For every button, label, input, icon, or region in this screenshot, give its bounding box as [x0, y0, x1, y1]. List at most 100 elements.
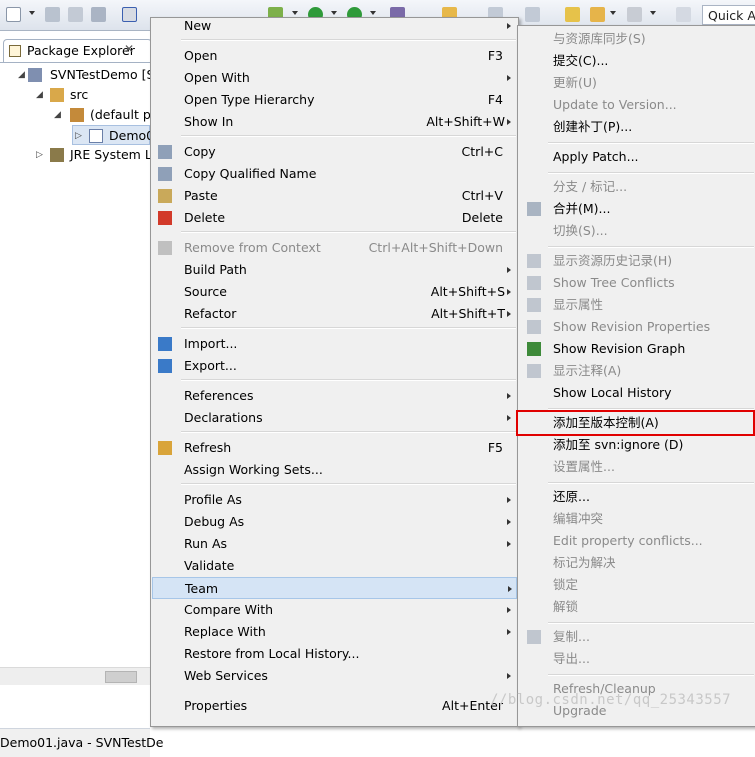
menu-item-refactor[interactable]: Refactor Alt+Shift+T — [152, 303, 517, 325]
tree-item-jre[interactable]: ▷ JRE System Li — [36, 145, 155, 165]
export-icon — [158, 359, 172, 373]
team-menu-item-19[interactable]: 还原... — [519, 486, 755, 508]
menu-item-import[interactable]: Import... — [152, 333, 517, 355]
save-icon[interactable] — [45, 7, 60, 22]
tab-package-explorer[interactable]: Package Explorer ✕ — [3, 39, 152, 62]
last-edit-icon[interactable] — [565, 7, 580, 22]
back-icon[interactable] — [590, 7, 605, 22]
team-menu-item-23[interactable]: 锁定 — [519, 574, 755, 596]
team-menu-item-6[interactable]: 分支 / 标记... — [519, 176, 755, 198]
team-menu-item-3[interactable]: Update to Version... — [519, 94, 755, 116]
team-menu-item-22[interactable]: 标记为解决 — [519, 552, 755, 574]
revision-properties-icon — [527, 320, 541, 334]
menu-item-label: Open With — [184, 70, 250, 85]
menu-item-open-with[interactable]: Open With — [152, 67, 517, 89]
forward-icon[interactable] — [627, 7, 642, 22]
import-icon — [158, 337, 172, 351]
scroll-thumb[interactable] — [105, 671, 137, 683]
menu-item-web-services[interactable]: Web Services — [152, 665, 517, 687]
menu-item-delete[interactable]: Delete Delete — [152, 207, 517, 229]
menu-item-run-as[interactable]: Run As — [152, 533, 517, 555]
menu-item-properties[interactable]: Properties Alt+Enter — [152, 695, 517, 717]
close-icon[interactable]: ✕ — [124, 42, 134, 56]
team-menu-item-label: 复制... — [553, 629, 590, 644]
menu-item-label: Refresh — [184, 440, 232, 455]
team-menu-item-26[interactable]: 导出... — [519, 648, 755, 670]
menu-item-remove-from-context[interactable]: Remove from Context Ctrl+Alt+Shift+Down — [152, 237, 517, 259]
submenu-arrow-icon — [507, 23, 511, 29]
menu-item-restore-from-local-history[interactable]: Restore from Local History... — [152, 643, 517, 665]
submenu-arrow-icon — [507, 673, 511, 679]
tree-item-demo-file[interactable]: ▷ Demo0 — [72, 125, 154, 146]
team-menu-item-24[interactable]: 解锁 — [519, 596, 755, 618]
team-menu-item-1[interactable]: 提交(C)... — [519, 50, 755, 72]
quick-access-input[interactable]: Quick Ac — [702, 5, 755, 25]
team-menu-item-18[interactable]: 设置属性... — [519, 456, 755, 478]
menu-item-assign-working-sets[interactable]: Assign Working Sets... — [152, 459, 517, 481]
team-menu-item-17[interactable]: 添加至 svn:ignore (D) — [519, 434, 755, 456]
forward-dropdown-icon[interactable] — [650, 11, 656, 15]
menu-item-label: Open — [184, 48, 218, 63]
menu-item-source[interactable]: Source Alt+Shift+S — [152, 281, 517, 303]
team-menu-item-12[interactable]: Show Revision Properties — [519, 316, 755, 338]
refresh-icon — [158, 441, 172, 455]
collapse-icon[interactable]: ▷ — [36, 145, 43, 165]
team-menu-item-0[interactable]: 与资源库同步(S) — [519, 28, 755, 50]
team-menu-item-4[interactable]: 创建补丁(P)... — [519, 116, 755, 138]
collapse-icon[interactable]: ▷ — [75, 126, 82, 146]
tree-item-project[interactable]: ◢ SVNTestDemo [S — [18, 65, 154, 85]
expand-icon[interactable]: ◢ — [36, 85, 43, 105]
open-perspective-icon[interactable] — [676, 7, 691, 22]
menu-item-open[interactable]: Open F3 — [152, 45, 517, 67]
menu-separator — [181, 327, 516, 329]
skip-breakpoints-icon[interactable] — [122, 7, 137, 22]
back-dropdown-icon[interactable] — [610, 11, 616, 15]
save-all-icon[interactable] — [68, 7, 83, 22]
team-menu-item-label: 与资源库同步(S) — [553, 31, 646, 46]
prev-annotation-icon[interactable] — [525, 7, 540, 22]
menu-item-debug-as[interactable]: Debug As — [152, 511, 517, 533]
menu-item-paste[interactable]: Paste Ctrl+V — [152, 185, 517, 207]
print-icon[interactable] — [91, 7, 106, 22]
new-icon[interactable] — [6, 7, 21, 22]
expand-icon[interactable]: ◢ — [54, 105, 61, 125]
menu-item-validate[interactable]: Validate — [152, 555, 517, 577]
team-menu-item-25[interactable]: 复制... — [519, 626, 755, 648]
context-menu: New Open F3 Open With Open Type Hierarchy F4 S… — [150, 17, 519, 727]
team-menu-item-21[interactable]: Edit property conflicts... — [519, 530, 755, 552]
menu-item-copy-qualified-name[interactable]: Copy Qualified Name — [152, 163, 517, 185]
menu-item-declarations[interactable]: Declarations — [152, 407, 517, 429]
team-menu-item-2[interactable]: 更新(U) — [519, 72, 755, 94]
menu-item-open-type-hierarchy[interactable]: Open Type Hierarchy F4 — [152, 89, 517, 111]
status-bar: Demo01.java - SVNTestDe — [0, 728, 163, 757]
team-menu-item-9[interactable]: 显示资源历史记录(H) — [519, 250, 755, 272]
menu-item-show-in[interactable]: Show In Alt+Shift+W — [152, 111, 517, 133]
menu-item-label: Delete — [184, 210, 226, 225]
menu-item-team[interactable]: Team — [152, 577, 517, 599]
team-menu-item-10[interactable]: Show Tree Conflicts — [519, 272, 755, 294]
team-menu-item-7[interactable]: 合并(M)... — [519, 198, 755, 220]
menu-item-references[interactable]: References — [152, 385, 517, 407]
team-menu-item-5[interactable]: Apply Patch... — [519, 146, 755, 168]
menu-item-profile-as[interactable]: Profile As — [152, 489, 517, 511]
menu-item-copy[interactable]: Copy Ctrl+C — [152, 141, 517, 163]
horizontal-scrollbar[interactable] — [0, 667, 150, 685]
tree-item-default-package[interactable]: ◢ (default pa — [54, 105, 158, 125]
team-menu-item-13[interactable]: Show Revision Graph — [519, 338, 755, 360]
team-menu-item-14[interactable]: 显示注释(A) — [519, 360, 755, 382]
expand-icon[interactable]: ◢ — [18, 65, 25, 85]
team-menu-item-15[interactable]: Show Local History — [519, 382, 755, 404]
menu-item-new[interactable]: New — [152, 15, 517, 37]
menu-item-compare-with[interactable]: Compare With — [152, 599, 517, 621]
menu-item-export[interactable]: Export... — [152, 355, 517, 377]
submenu-arrow-icon — [507, 311, 511, 317]
menu-item-refresh[interactable]: Refresh F5 — [152, 437, 517, 459]
team-menu-item-20[interactable]: 编辑冲突 — [519, 508, 755, 530]
tree-item-src[interactable]: ◢ src — [36, 85, 150, 105]
menu-item-build-path[interactable]: Build Path — [152, 259, 517, 281]
team-menu-item-8[interactable]: 切换(S)... — [519, 220, 755, 242]
menu-item-replace-with[interactable]: Replace With — [152, 621, 517, 643]
team-menu-item-11[interactable]: 显示属性 — [519, 294, 755, 316]
new-dropdown-icon[interactable] — [29, 11, 35, 15]
menu-item-label: Export... — [184, 358, 237, 373]
